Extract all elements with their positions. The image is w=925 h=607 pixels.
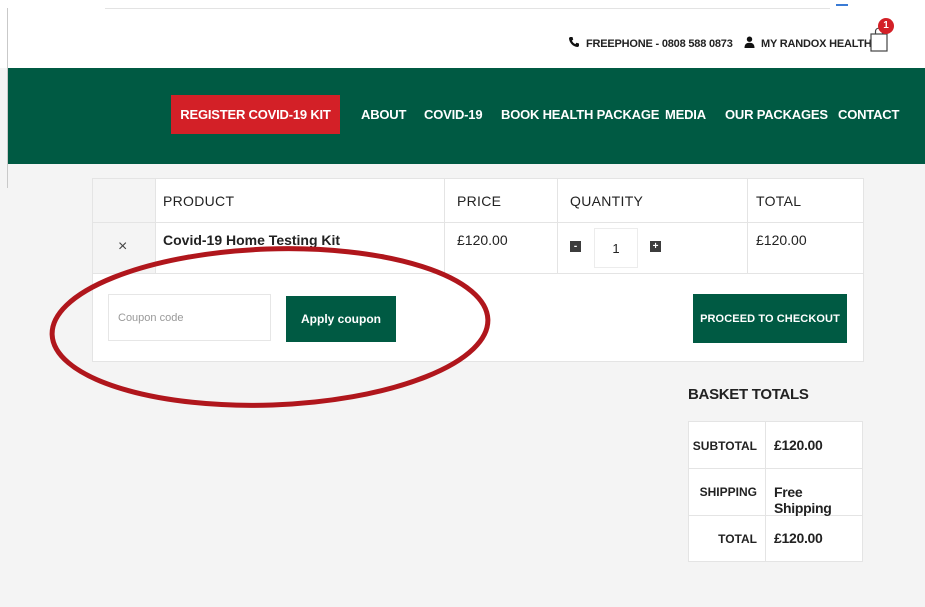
cart-count-badge: 1: [878, 18, 894, 34]
shipping-label: SHIPPING: [699, 485, 757, 499]
quantity-input[interactable]: 1: [594, 228, 638, 268]
subtotal-value: £120.00: [774, 437, 823, 453]
coupon-code-input[interactable]: [108, 294, 271, 341]
header-price: PRICE: [457, 193, 502, 209]
quantity-increase-button[interactable]: +: [650, 241, 661, 252]
col-divider-price: [444, 179, 445, 274]
totals-col-divider: [765, 422, 766, 561]
remove-column: [93, 179, 156, 274]
product-name-link[interactable]: Covid-19 Home Testing Kit: [163, 232, 340, 248]
nav-book-health-package[interactable]: BOOK HEALTH PACKAGE: [501, 95, 659, 134]
my-account-label: MY RANDOX HEALTH: [761, 37, 872, 50]
nav-contact[interactable]: CONTACT: [838, 95, 899, 134]
register-kit-button[interactable]: REGISTER COVID-19 KIT: [171, 95, 340, 134]
left-edge-line: [7, 8, 8, 188]
totals-divider-1: [689, 468, 862, 469]
user-icon: [744, 36, 755, 51]
freephone-label: FREEPHONE - 0808 588 0873: [586, 37, 733, 50]
header-total: TOTAL: [756, 193, 802, 209]
shopping-bag-icon: [869, 27, 889, 56]
top-utility-bar: [0, 0, 925, 68]
col-divider-total: [747, 179, 748, 274]
header-quantity: QUANTITY: [570, 193, 644, 209]
nav-media[interactable]: MEDIA: [665, 95, 706, 134]
nav-our-packages[interactable]: OUR PACKAGES: [725, 95, 828, 134]
col-divider-quantity: [557, 179, 558, 274]
basket-totals-heading: BASKET TOTALS: [688, 386, 809, 403]
remove-item-button[interactable]: ×: [118, 238, 127, 256]
total-value: £120.00: [774, 530, 823, 546]
nav-about[interactable]: ABOUT: [361, 95, 406, 134]
my-account-link[interactable]: MY RANDOX HEALTH: [744, 36, 872, 51]
subtotal-label: SUBTOTAL: [692, 439, 757, 453]
item-price: £120.00: [457, 232, 508, 248]
proceed-to-checkout-button[interactable]: PROCEED TO CHECKOUT: [693, 294, 847, 343]
total-label: TOTAL: [718, 532, 757, 546]
freephone-link[interactable]: FREEPHONE - 0808 588 0873: [568, 36, 733, 51]
scroll-indicator: [836, 4, 848, 6]
nav-covid-19[interactable]: COVID-19: [424, 95, 483, 134]
quantity-decrease-button[interactable]: -: [570, 241, 581, 252]
phone-icon: [568, 36, 580, 51]
header-product: PRODUCT: [163, 193, 235, 209]
item-total: £120.00: [756, 232, 807, 248]
basket-totals-table: SUBTOTAL £120.00 SHIPPING Free Shipping …: [688, 421, 863, 562]
apply-coupon-button[interactable]: Apply coupon: [286, 296, 396, 342]
top-divider: [105, 8, 830, 9]
shipping-value: Free Shipping: [774, 484, 832, 516]
